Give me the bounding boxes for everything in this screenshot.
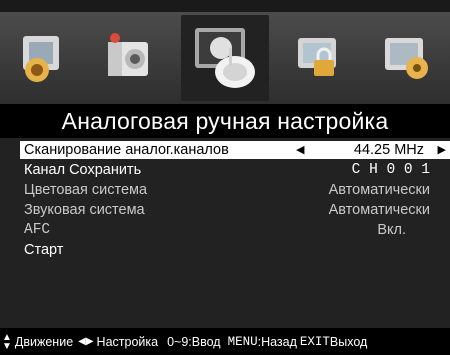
color-system-value: Автоматически (328, 182, 430, 198)
menu-item-label: Старт (24, 242, 64, 258)
menu-item-analog-scan[interactable]: Сканирование аналог.каналов ◀ 44.25 MHz … (20, 141, 450, 159)
menu-icon-bar (0, 12, 450, 104)
setup-menu-tab[interactable] (372, 22, 442, 94)
sound-menu-tab[interactable] (95, 22, 165, 94)
settings-menu: Сканирование аналог.каналов ◀ 44.25 MHz … (0, 138, 450, 328)
menu-item-color-system[interactable]: Цветовая система Автоматически (20, 181, 450, 199)
top-strip (0, 0, 450, 12)
channel-icon (194, 28, 255, 88)
hint-menu-key: MENU (227, 334, 258, 349)
arrow-right-icon[interactable]: ▶ (438, 141, 446, 159)
menu-item-label: Канал Сохранить (24, 162, 142, 178)
menu-item-start[interactable]: Старт (20, 241, 450, 259)
menu-item-afc[interactable]: AFC Вкл. (20, 221, 450, 239)
hint-adjust: Настройка (96, 334, 159, 349)
updown-arrows-icon: ▲ ▼ (2, 331, 12, 352)
lock-icon (298, 38, 337, 76)
leftright-arrows-icon: ◀▶ (78, 336, 94, 347)
hint-menu-action: :Назад (257, 334, 297, 349)
footer-hints: ▲ ▼ Движение ◀▶ Настройка 0~9:Ввод MENU :… (0, 328, 450, 355)
setup-icon (384, 38, 428, 79)
sound-system-value: Автоматически (328, 202, 430, 218)
hint-exit-key: EXIT (299, 334, 330, 349)
afc-value: Вкл. (377, 222, 406, 238)
menu-item-sound-system[interactable]: Звуковая система Автоматически (20, 201, 450, 219)
menu-item-label: Звуковая система (24, 202, 145, 218)
channel-menu-tab[interactable] (180, 15, 269, 101)
channel-value: C H 0 0 1 (351, 162, 430, 178)
hint-input: 0~9:Ввод (167, 334, 221, 349)
menu-item-label: Сканирование аналог.каналов (24, 142, 229, 158)
hint-exit-action: Выход (329, 334, 368, 349)
picture-menu-tab[interactable] (8, 22, 78, 94)
picture-icon (23, 36, 60, 82)
arrow-left-icon[interactable]: ◀ (296, 141, 304, 159)
menu-item-label: AFC (24, 222, 51, 238)
frequency-value: 44.25 MHz (353, 142, 424, 158)
sound-icon (107, 33, 148, 76)
lock-menu-tab[interactable] (285, 22, 355, 94)
menu-title: Аналоговая ручная настройка (0, 104, 450, 138)
menu-item-label: Цветовая система (24, 182, 148, 198)
hint-move: Движение (14, 334, 74, 349)
menu-item-channel-save[interactable]: Канал Сохранить C H 0 0 1 (20, 161, 450, 179)
